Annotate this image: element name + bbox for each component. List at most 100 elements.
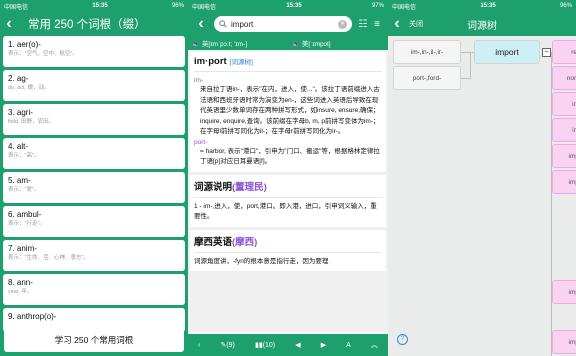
author-link[interactable]: (摩西) [232,237,257,248]
notes-button[interactable]: ✎ (9) [220,341,235,350]
book-button[interactable]: ▮▮ (10) [255,341,276,350]
time-label: 15:35 [286,3,302,9]
tree-node[interactable]: im [552,92,576,116]
root-description: 表示："高"。 [8,153,40,159]
prefix-definition: 来自拉丁语in-，表示"在内，进入，使..."。该拉丁语前缀进入古法语和西班牙语… [200,86,380,135]
tree-node[interactable]: imp [552,170,576,194]
tree-node[interactable]: imp [552,330,576,354]
root-name: 1. aer(o)- [8,40,41,49]
time-label: 15:35 [480,3,496,9]
root-card[interactable]: 5. am- 表示："爱"。 [3,172,185,203]
root-label[interactable]: port- [194,138,382,147]
word-content: im·port [词源树] im- 来自拉丁语in-，表示"在内，进入，使..."… [188,50,388,332]
etymology-title: 词源说明 [194,181,233,193]
time-label: 15:35 [92,3,108,9]
font-size-button[interactable]: A [346,342,351,349]
learn-roots-button[interactable]: 学习 250 个常用词根 [4,328,184,352]
back-chevron-icon[interactable]: ‹ [198,342,200,349]
search-input[interactable]: import ✕ [214,16,352,32]
back-chevron-icon[interactable]: ‹ [0,12,18,36]
tree-connector [461,78,470,79]
root-name: 6. ambul- [8,210,42,219]
tree-node-current[interactable]: import [474,40,540,64]
nav-bar: ‹ 关闭 词源树 [388,12,576,36]
root-name: 2. ag- [8,74,29,83]
book-count: (10) [262,341,276,349]
close-button[interactable]: 关闭 [409,19,423,29]
root-card[interactable]: 3. agri-field, 田野，农田。 [3,104,185,135]
prefix-label[interactable]: im- [194,76,382,85]
root-description: year, 年。 [8,289,33,295]
help-icon[interactable]: ? [397,334,408,345]
moxi-card: 摩西英语(摩西) 词源角度讲，-fyri的根本意是指行走，因为要理 [190,229,386,271]
tree-node[interactable]: im-,in-,il-,ir- [393,40,461,64]
word-text: im·port [194,56,227,67]
search-icon [219,20,227,28]
battery-label: 97% [371,3,384,9]
clear-icon[interactable]: ✕ [338,19,347,29]
back-chevron-icon[interactable]: ‹ [192,12,210,36]
etymology-card: 词源说明(董理民) 1 - im-,进入，使，port,港口。即入港，进口，引申… [190,174,386,227]
divider [194,251,382,253]
root-card[interactable]: 6. ambul- 表示："行走"。 [3,206,185,237]
root-name: 9. anthrop(o)- [8,312,57,321]
phonetic-uk[interactable]: 🔈 英[ɪmˈpɔːt; 'ɪm-] [188,38,288,48]
root-description: field, 田野，农田。 [8,119,55,125]
scroll-top-icon[interactable]: ︽ [371,340,378,350]
root-name: 3. agri- [8,108,33,117]
phonetic-uk-text: 英[ɪmˈpɔːt; 'ɪm-] [201,41,248,48]
etymology-tree: im-,in-,il-,ir- port-,ford- import − re … [388,36,576,356]
tree-view-icon[interactable]: ☷ [356,19,370,30]
root-description: 表示："空气、空中、航空"。 [8,51,78,57]
tree-node[interactable]: imp [552,280,576,304]
tree-node[interactable]: im [552,118,576,142]
tree-node[interactable]: imp [552,144,576,168]
prev-icon[interactable]: ◀ [295,341,300,349]
root-definition: = harbor, 表示"港口"，引申为"门口、搬运"等，根据格林定律拉丁语[p… [200,147,380,166]
root-card[interactable]: 7. anim- 表示："生命、活、心神、意志"。 [3,240,185,271]
page-title: 常用 250 个词根（缀） [28,19,146,31]
notes-count: (9) [226,341,235,349]
back-chevron-icon[interactable]: ‹ [388,12,406,36]
etymology-text: 1 - im-,进入，使，port,港口。即入港，进口，引申词义输入，重要性。 [194,202,377,221]
bottom-toolbar: ‹ ✎ (9) ▮▮ (10) ◀ ▶ A ︽ [188,334,388,356]
list-icon[interactable]: ≡ [370,19,384,30]
tree-connector [461,52,470,53]
root-card[interactable]: 4. alt- 表示："高"。 [3,138,185,169]
root-name: 5. am- [8,176,31,185]
search-bar: ‹ import ✕ ☷ ≡ [188,12,388,36]
root-card[interactable]: 2. ag-do, act, 做，动。 [3,70,185,101]
font-size-label: A [346,341,351,349]
root-name: 8. ann- [8,278,33,287]
battery-label: 96% [171,3,184,9]
phonetic-us[interactable]: 🔈 美[ˈɪmpɔt] [288,38,388,48]
root-card[interactable]: 1. aer(o)- 表示："空气、空中、航空"。 [3,36,185,67]
word-detail-screen: 中国电信 15:35 97% ‹ import ✕ ☷ ≡ 🔈 英[ɪmˈpɔː… [188,0,388,356]
tree-connector [470,52,471,79]
roots-list-screen: 中国电信 15:35 96% ‹ 常用 250 个词根（缀） 1. aer(o)… [0,0,188,356]
root-card[interactable]: 8. ann-year, 年。 [3,274,185,305]
search-query[interactable]: import [231,20,338,29]
etymology-tree-link[interactable]: [词源树] [230,59,253,66]
tree-node[interactable]: re [552,40,576,64]
carrier-label: 中国电信 [392,4,417,11]
root-description: 表示："生命、活、心神、意志"。 [8,255,89,261]
root-description: 表示："爱"。 [8,187,40,193]
author-link[interactable]: (董理民) [232,182,267,193]
etymology-tree-screen: 中国电信 15:35 96% ‹ 关闭 词源树 im-,in-,il-,ir- … [388,0,576,356]
moxi-text: 词源角度讲，-fyri的根本意是指行走，因为要理 [194,257,329,265]
collapse-toggle[interactable]: − [542,48,551,57]
root-description: 表示："行走"。 [8,221,45,227]
battery-label: 96% [559,3,572,9]
carrier-label: 中国电信 [192,4,217,11]
root-name: 7. anim- [8,244,37,253]
nav-bar: ‹ 常用 250 个词根（缀） [0,12,188,36]
section-title: 摩西英语(摩西) [194,234,382,248]
root-name: 4. alt- [8,142,29,151]
tree-node[interactable]: noni [552,66,576,90]
root-description: do, act, 做，动。 [8,85,50,91]
status-bar: 中国电信 15:35 96% [388,0,576,12]
tree-node[interactable]: port-,ford- [393,66,461,90]
next-icon[interactable]: ▶ [321,341,326,349]
moxi-title: 摩西英语 [194,236,233,248]
